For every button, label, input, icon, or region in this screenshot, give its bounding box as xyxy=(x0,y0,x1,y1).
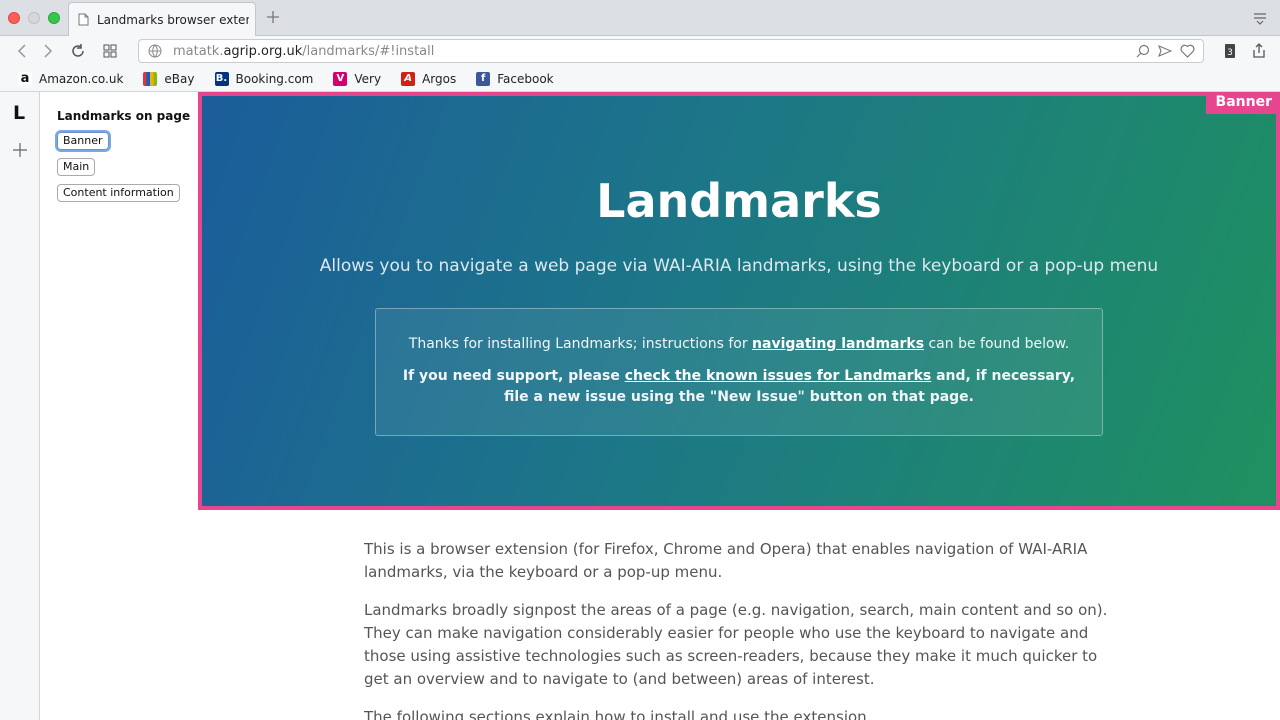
back-icon[interactable] xyxy=(12,41,32,61)
notice-line-2: If you need support, please check the kn… xyxy=(402,368,1076,405)
bookmarks-bar: a Amazon.co.uk eBay B. Booking.com V Ver… xyxy=(0,66,1280,92)
install-notice: Thanks for installing Landmarks; instruc… xyxy=(375,308,1103,436)
landmarks-logo[interactable]: L xyxy=(13,102,25,124)
toolbar: matatk.agrip.org.uk/landmarks/#!install … xyxy=(0,36,1280,66)
landmark-main-button[interactable]: Main xyxy=(57,158,96,176)
speed-dial-icon[interactable] xyxy=(100,41,120,61)
very-icon: V xyxy=(333,71,348,86)
tab-title: Landmarks browser extension xyxy=(97,12,249,27)
banner-highlight-label: Banner xyxy=(1205,92,1280,114)
notice-line-1: Thanks for installing Landmarks; instruc… xyxy=(408,336,1070,352)
sidebar-strip: L xyxy=(0,92,40,720)
svg-text:3: 3 xyxy=(1227,48,1233,58)
bookmark-ebay[interactable]: eBay xyxy=(143,71,195,86)
ebay-icon xyxy=(143,71,158,86)
panel-title: Landmarks on page xyxy=(57,109,191,123)
add-panel-icon[interactable] xyxy=(10,140,30,160)
bookmark-argos[interactable]: A Argos xyxy=(401,71,456,86)
main-content: This is a browser extension (for Firefox… xyxy=(364,538,1114,720)
bookmark-booking[interactable]: B. Booking.com xyxy=(214,71,313,86)
heart-icon[interactable] xyxy=(1179,43,1195,59)
argos-icon: A xyxy=(401,71,416,86)
bookmark-facebook[interactable]: f Facebook xyxy=(476,71,554,86)
facebook-icon: f xyxy=(476,71,491,86)
bookmark-amazon[interactable]: a Amazon.co.uk xyxy=(18,71,123,86)
document-icon xyxy=(77,13,89,27)
url-text: matatk.agrip.org.uk/landmarks/#!install xyxy=(173,43,435,59)
extension-icon[interactable]: 3 xyxy=(1221,42,1239,60)
tab-menu-icon[interactable] xyxy=(1252,10,1268,26)
new-tab-button[interactable] xyxy=(262,6,284,28)
known-issues-link[interactable]: check the known issues for Landmarks xyxy=(625,368,932,384)
navigating-landmarks-link[interactable]: navigating landmarks xyxy=(752,336,924,352)
landmarks-panel: Landmarks on page Banner Main Content in… xyxy=(40,92,198,720)
amazon-icon: a xyxy=(18,71,32,86)
booking-icon: B. xyxy=(214,71,229,86)
window-maximize-button[interactable] xyxy=(48,12,60,24)
tab-active[interactable]: Landmarks browser extension xyxy=(68,2,256,36)
banner-landmark: Banner Landmarks Allows you to navigate … xyxy=(198,92,1280,510)
share-icon[interactable] xyxy=(1250,42,1268,60)
page-subtitle: Allows you to navigate a web page via WA… xyxy=(319,256,1159,276)
reload-icon[interactable] xyxy=(68,41,88,61)
intro-paragraph: This is a browser extension (for Firefox… xyxy=(364,540,1088,581)
window-minimize-button[interactable] xyxy=(28,12,40,24)
sections-paragraph: The following sections explain how to in… xyxy=(364,708,872,720)
landmarks-paragraph: Landmarks broadly signpost the areas of … xyxy=(364,601,1108,688)
address-bar[interactable]: matatk.agrip.org.uk/landmarks/#!install xyxy=(138,39,1204,63)
window-close-button[interactable] xyxy=(8,12,20,24)
globe-icon xyxy=(147,43,163,59)
forward-icon[interactable] xyxy=(38,41,58,61)
landmark-banner-button[interactable]: Banner xyxy=(55,130,111,152)
bookmark-very[interactable]: V Very xyxy=(333,71,381,86)
page-title: Landmarks xyxy=(596,174,882,228)
tab-bar: Landmarks browser extension xyxy=(0,0,1280,36)
landmark-contentinfo-button[interactable]: Content information xyxy=(57,184,180,202)
send-icon[interactable] xyxy=(1157,43,1173,59)
search-icon[interactable] xyxy=(1135,43,1151,59)
